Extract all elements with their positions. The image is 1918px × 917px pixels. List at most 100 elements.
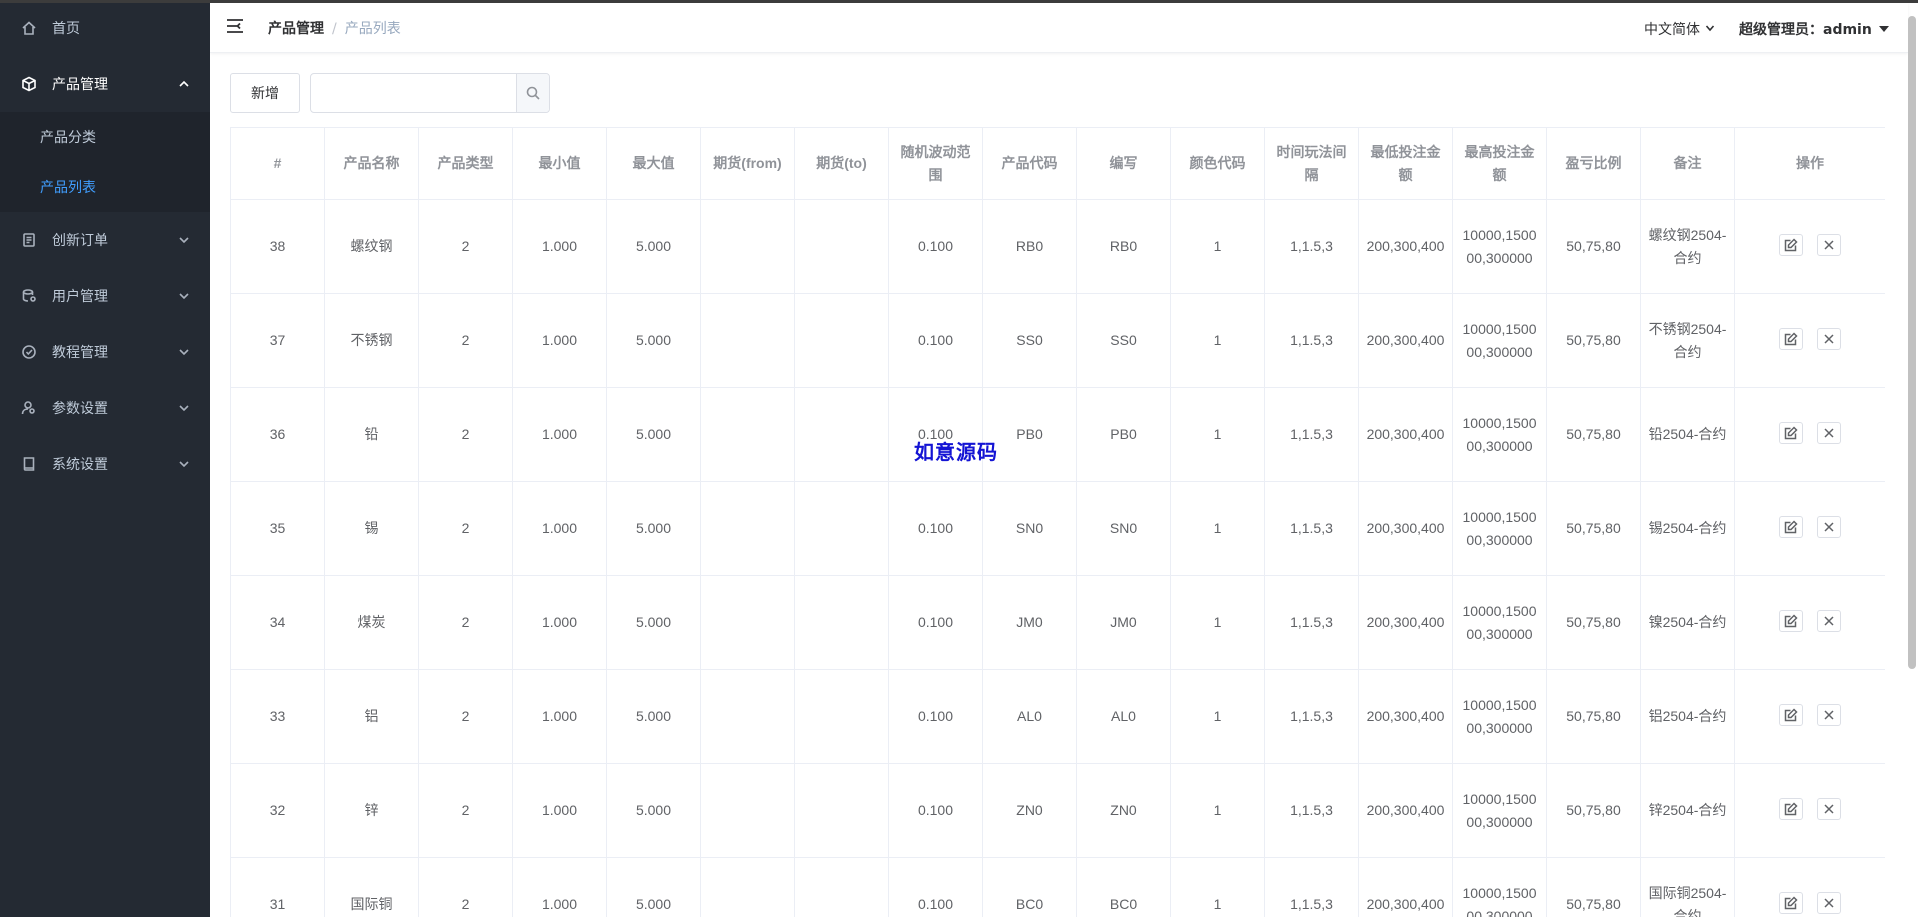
actions-cell: [1734, 481, 1885, 576]
table-cell: 10000,150000,300000: [1452, 575, 1547, 670]
table-cell: 0.100: [888, 763, 983, 858]
search-button[interactable]: [516, 74, 549, 112]
table-cell: 0.100: [888, 857, 983, 917]
table-cell: 1,1.5,3: [1264, 199, 1359, 294]
sidebar-item-product-management[interactable]: 产品管理: [0, 56, 210, 112]
delete-button[interactable]: [1817, 892, 1841, 914]
column-header: 最小值: [512, 127, 607, 200]
close-icon: [1824, 522, 1834, 532]
close-icon: [1824, 616, 1834, 626]
sidebar-item-system-settings[interactable]: 系统设置: [0, 436, 210, 492]
table-cell: 10000,150000,300000: [1452, 763, 1547, 858]
delete-button[interactable]: [1817, 328, 1841, 350]
user-menu[interactable]: 超级管理员：admin: [1739, 19, 1889, 39]
column-header: 颜色代码: [1170, 127, 1265, 200]
table-row: 32 锌 2 1.000 5.000 0.100 ZN0 ZN0 1 1,1.5,3 200,300…: [230, 763, 1885, 858]
table-cell: [700, 199, 795, 294]
sidebar-item-product-category[interactable]: 产品分类: [0, 112, 210, 162]
table-cell: 1.000: [512, 481, 607, 576]
table-cell: 1: [1170, 199, 1265, 294]
table-cell: BC0: [982, 857, 1077, 917]
table-cell: 31: [230, 857, 325, 917]
table-row: 31 国际铜 2 1.000 5.000 0.100 BC0 BC0 1 1,1.5,3 200,3…: [230, 857, 1885, 917]
table-cell: [794, 669, 889, 764]
sidebar: 首页 产品管理 产品分类 产品列表 创新订单 用户管理 教程管理 参数设置 系统…: [0, 0, 210, 917]
sidebar-item-parameters[interactable]: 参数设置: [0, 380, 210, 436]
sidebar-item-orders[interactable]: 创新订单: [0, 212, 210, 268]
sidebar-item-tutorials[interactable]: 教程管理: [0, 324, 210, 380]
table-cell: 5.000: [606, 575, 701, 670]
row-actions: [1779, 892, 1841, 914]
hamburger-icon[interactable]: [226, 18, 244, 34]
table-cell: 2: [418, 857, 513, 917]
top-navbar: 产品管理 / 产品列表 中文简体 超级管理员：admin: [210, 3, 1908, 53]
table-cell: 2: [418, 199, 513, 294]
edit-button[interactable]: [1779, 516, 1803, 538]
table-cell: 2: [418, 481, 513, 576]
sidebar-item-product-list[interactable]: 产品列表: [0, 162, 210, 212]
close-icon: [1824, 428, 1834, 438]
table-cell: 38: [230, 199, 325, 294]
close-icon: [1824, 804, 1834, 814]
column-header: 随机波动范围: [888, 127, 983, 200]
breadcrumb: 产品管理 / 产品列表: [268, 18, 401, 38]
edit-button[interactable]: [1779, 610, 1803, 632]
edit-button[interactable]: [1779, 234, 1803, 256]
actions-cell: [1734, 857, 1885, 917]
table-cell: 1.000: [512, 199, 607, 294]
delete-button[interactable]: [1817, 234, 1841, 256]
edit-button[interactable]: [1779, 892, 1803, 914]
sidebar-item-label: 教程管理: [52, 345, 108, 361]
table-cell: 1,1.5,3: [1264, 763, 1359, 858]
table-cell: 1.000: [512, 575, 607, 670]
table-cell: 煤炭: [324, 575, 419, 670]
table-cell: AL0: [1076, 669, 1171, 764]
sidebar-item-users[interactable]: 用户管理: [0, 268, 210, 324]
table-cell: RB0: [982, 199, 1077, 294]
edit-button[interactable]: [1779, 798, 1803, 820]
table-cell: 50,75,80: [1546, 857, 1641, 917]
delete-button[interactable]: [1817, 704, 1841, 726]
column-header: 最高投注金额: [1452, 127, 1547, 200]
table-cell: 0.100: [888, 199, 983, 294]
sidebar-item-home[interactable]: 首页: [0, 0, 210, 56]
table-cell: 200,300,400: [1358, 763, 1453, 858]
table-header-row: # 产品名称 产品类型 最小值 最大值 期货(from) 期货(to) 随机波动范围 产品代码编…: [230, 127, 1885, 200]
edit-button[interactable]: [1779, 704, 1803, 726]
top-border: [0, 0, 1918, 3]
delete-button[interactable]: [1817, 422, 1841, 444]
close-icon: [1824, 898, 1834, 908]
table-cell: SN0: [982, 481, 1077, 576]
search-input[interactable]: [311, 74, 516, 112]
actions-cell: [1734, 669, 1885, 764]
table-cell: 2: [418, 575, 513, 670]
search-box: [310, 73, 550, 113]
chevron-down-icon: [1705, 25, 1715, 32]
edit-button[interactable]: [1779, 328, 1803, 350]
table-cell: 锡2504-合约: [1640, 481, 1735, 576]
row-actions: [1779, 422, 1841, 444]
breadcrumb-item-current: 产品列表: [344, 21, 401, 37]
edit-button[interactable]: [1779, 422, 1803, 444]
edit-icon: [1784, 614, 1798, 628]
page-scrollbar[interactable]: [1908, 16, 1916, 669]
table-cell: PB0: [1076, 387, 1171, 482]
sidebar-item-label: 创新订单: [52, 233, 108, 249]
table-cell: [794, 481, 889, 576]
row-actions: [1779, 516, 1841, 538]
delete-button[interactable]: [1817, 798, 1841, 820]
delete-button[interactable]: [1817, 516, 1841, 538]
sidebar-item-label: 产品管理: [52, 77, 108, 93]
table-cell: 5.000: [606, 857, 701, 917]
table-cell: JM0: [982, 575, 1077, 670]
table-cell: [700, 763, 795, 858]
breadcrumb-item[interactable]: 产品管理: [268, 21, 324, 37]
language-select[interactable]: 中文简体: [1644, 19, 1715, 39]
table-cell: [700, 575, 795, 670]
delete-button[interactable]: [1817, 610, 1841, 632]
chevron-up-icon: [178, 78, 190, 90]
table-cell: 1.000: [512, 763, 607, 858]
add-button[interactable]: 新增: [230, 73, 300, 113]
table-cell: 1.000: [512, 857, 607, 917]
actions-cell: [1734, 763, 1885, 858]
